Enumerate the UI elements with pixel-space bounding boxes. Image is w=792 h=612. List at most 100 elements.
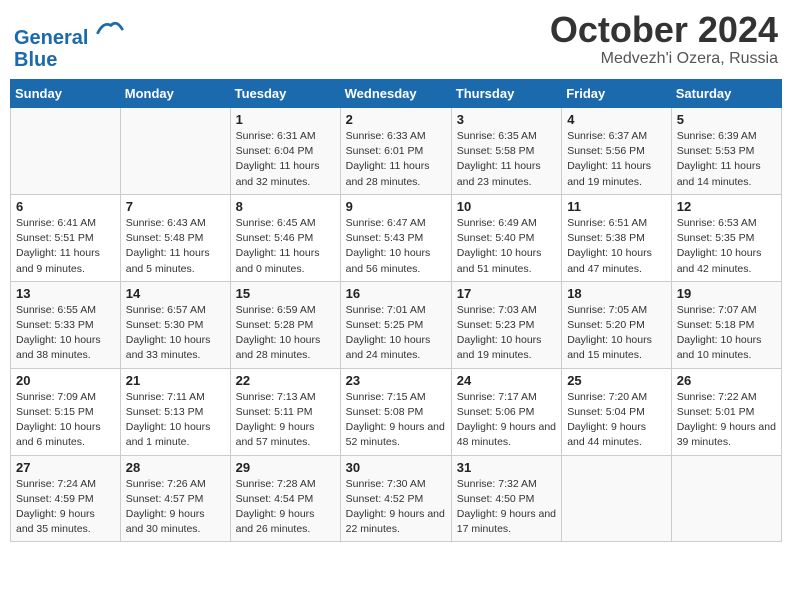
day-info: Sunrise: 7:15 AM Sunset: 5:08 PM Dayligh… (346, 390, 446, 451)
day-info: Sunrise: 6:49 AM Sunset: 5:40 PM Dayligh… (457, 216, 556, 277)
day-number: 2 (346, 112, 446, 127)
week-row-1: 1 Sunrise: 6:31 AM Sunset: 6:04 PM Daylig… (11, 108, 782, 195)
day-number: 19 (677, 286, 776, 301)
calendar-header-row: SundayMondayTuesdayWednesdayThursdayFrid… (11, 80, 782, 108)
calendar-cell (11, 108, 121, 195)
day-number: 22 (236, 373, 335, 388)
day-number: 5 (677, 112, 776, 127)
page-header: General Blue October 2024 Medvezh'i Ozer… (10, 10, 782, 71)
calendar-cell: 23 Sunrise: 7:15 AM Sunset: 5:08 PM Dayli… (340, 368, 451, 455)
calendar-cell: 5Sunrise: 6:39 AM Sunset: 5:53 PM Daylig… (671, 108, 781, 195)
calendar-cell: 26Sunrise: 7:22 AM Sunset: 5:01 PM Dayli… (671, 368, 781, 455)
day-info: Sunrise: 7:32 AM Sunset: 4:50 PM Dayligh… (457, 477, 556, 538)
day-info: Sunrise: 6:45 AM Sunset: 5:46 PM Dayligh… (236, 216, 335, 277)
day-info: Sunrise: 6:57 AM Sunset: 5:30 PM Dayligh… (126, 303, 225, 364)
calendar-cell: 11Sunrise: 6:51 AM Sunset: 5:38 PM Dayli… (562, 194, 672, 281)
day-number: 21 (126, 373, 225, 388)
calendar-cell: 18Sunrise: 7:05 AM Sunset: 5:20 PM Dayli… (562, 281, 672, 368)
day-info: Sunrise: 7:03 AM Sunset: 5:23 PM Dayligh… (457, 303, 556, 364)
logo-icon (96, 16, 124, 44)
day-info: Sunrise: 6:33 AM Sunset: 6:01 PM Dayligh… (346, 129, 446, 190)
calendar-cell: 29 Sunrise: 7:28 AM Sunset: 4:54 PM Dayli… (230, 455, 340, 542)
column-header-sunday: Sunday (11, 80, 121, 108)
day-info: Sunrise: 6:37 AM Sunset: 5:56 PM Dayligh… (567, 129, 666, 190)
day-number: 16 (346, 286, 446, 301)
day-info: Sunrise: 6:35 AM Sunset: 5:58 PM Dayligh… (457, 129, 556, 190)
day-info: Sunrise: 7:28 AM Sunset: 4:54 PM Dayligh… (236, 477, 335, 538)
logo-blue: Blue (14, 49, 124, 71)
day-info: Sunrise: 7:24 AM Sunset: 4:59 PM Dayligh… (16, 477, 115, 538)
day-info: Sunrise: 6:47 AM Sunset: 5:43 PM Dayligh… (346, 216, 446, 277)
day-number: 6 (16, 199, 115, 214)
day-number: 29 (236, 460, 335, 475)
calendar-cell (120, 108, 230, 195)
calendar-cell: 30 Sunrise: 7:30 AM Sunset: 4:52 PM Dayli… (340, 455, 451, 542)
location: Medvezh'i Ozera, Russia (550, 50, 778, 68)
day-number: 28 (126, 460, 225, 475)
week-row-3: 13Sunrise: 6:55 AM Sunset: 5:33 PM Dayli… (11, 281, 782, 368)
calendar-cell: 31Sunrise: 7:32 AM Sunset: 4:50 PM Dayli… (451, 455, 561, 542)
calendar-cell: 1 Sunrise: 6:31 AM Sunset: 6:04 PM Daylig… (230, 108, 340, 195)
day-number: 15 (236, 286, 335, 301)
day-number: 8 (236, 199, 335, 214)
day-info: Sunrise: 7:20 AM Sunset: 5:04 PM Dayligh… (567, 390, 666, 451)
day-number: 3 (457, 112, 556, 127)
column-header-saturday: Saturday (671, 80, 781, 108)
day-number: 14 (126, 286, 225, 301)
calendar-cell: 12 Sunrise: 6:53 AM Sunset: 5:35 PM Dayli… (671, 194, 781, 281)
title-block: October 2024 Medvezh'i Ozera, Russia (550, 10, 778, 68)
calendar-cell: 19Sunrise: 7:07 AM Sunset: 5:18 PM Dayli… (671, 281, 781, 368)
calendar-cell: 8 Sunrise: 6:45 AM Sunset: 5:46 PM Daylig… (230, 194, 340, 281)
calendar-cell: 25Sunrise: 7:20 AM Sunset: 5:04 PM Dayli… (562, 368, 672, 455)
calendar-cell: 27Sunrise: 7:24 AM Sunset: 4:59 PM Dayli… (11, 455, 121, 542)
calendar-cell: 22 Sunrise: 7:13 AM Sunset: 5:11 PM Dayli… (230, 368, 340, 455)
day-info: Sunrise: 7:13 AM Sunset: 5:11 PM Dayligh… (236, 390, 335, 451)
day-number: 12 (677, 199, 776, 214)
day-number: 23 (346, 373, 446, 388)
day-info: Sunrise: 6:31 AM Sunset: 6:04 PM Dayligh… (236, 129, 335, 190)
logo: General Blue (14, 16, 124, 71)
calendar-cell (671, 455, 781, 542)
day-number: 24 (457, 373, 556, 388)
column-header-friday: Friday (562, 80, 672, 108)
calendar-cell: 7 Sunrise: 6:43 AM Sunset: 5:48 PM Daylig… (120, 194, 230, 281)
day-info: Sunrise: 7:26 AM Sunset: 4:57 PM Dayligh… (126, 477, 225, 538)
day-info: Sunrise: 7:09 AM Sunset: 5:15 PM Dayligh… (16, 390, 115, 451)
calendar-table: SundayMondayTuesdayWednesdayThursdayFrid… (10, 79, 782, 542)
calendar-cell: 4 Sunrise: 6:37 AM Sunset: 5:56 PM Daylig… (562, 108, 672, 195)
day-info: Sunrise: 7:30 AM Sunset: 4:52 PM Dayligh… (346, 477, 446, 538)
day-number: 7 (126, 199, 225, 214)
day-number: 17 (457, 286, 556, 301)
day-info: Sunrise: 7:11 AM Sunset: 5:13 PM Dayligh… (126, 390, 225, 451)
calendar-cell: 2 Sunrise: 6:33 AM Sunset: 6:01 PM Daylig… (340, 108, 451, 195)
column-header-thursday: Thursday (451, 80, 561, 108)
day-number: 1 (236, 112, 335, 127)
calendar-body: 1 Sunrise: 6:31 AM Sunset: 6:04 PM Daylig… (11, 108, 782, 542)
day-number: 30 (346, 460, 446, 475)
day-info: Sunrise: 6:41 AM Sunset: 5:51 PM Dayligh… (16, 216, 115, 277)
day-info: Sunrise: 6:51 AM Sunset: 5:38 PM Dayligh… (567, 216, 666, 277)
day-number: 18 (567, 286, 666, 301)
calendar-cell: 9 Sunrise: 6:47 AM Sunset: 5:43 PM Daylig… (340, 194, 451, 281)
day-number: 20 (16, 373, 115, 388)
calendar-cell: 14 Sunrise: 6:57 AM Sunset: 5:30 PM Dayli… (120, 281, 230, 368)
calendar-cell: 6 Sunrise: 6:41 AM Sunset: 5:51 PM Daylig… (11, 194, 121, 281)
column-header-monday: Monday (120, 80, 230, 108)
calendar-cell: 20 Sunrise: 7:09 AM Sunset: 5:15 PM Dayli… (11, 368, 121, 455)
column-header-tuesday: Tuesday (230, 80, 340, 108)
calendar-cell: 3 Sunrise: 6:35 AM Sunset: 5:58 PM Daylig… (451, 108, 561, 195)
week-row-2: 6 Sunrise: 6:41 AM Sunset: 5:51 PM Daylig… (11, 194, 782, 281)
day-number: 26 (677, 373, 776, 388)
day-number: 4 (567, 112, 666, 127)
calendar-cell: 15Sunrise: 6:59 AM Sunset: 5:28 PM Dayli… (230, 281, 340, 368)
day-info: Sunrise: 6:43 AM Sunset: 5:48 PM Dayligh… (126, 216, 225, 277)
week-row-5: 27Sunrise: 7:24 AM Sunset: 4:59 PM Dayli… (11, 455, 782, 542)
logo-general: General (14, 27, 88, 49)
calendar-cell: 24Sunrise: 7:17 AM Sunset: 5:06 PM Dayli… (451, 368, 561, 455)
day-info: Sunrise: 7:01 AM Sunset: 5:25 PM Dayligh… (346, 303, 446, 364)
day-number: 13 (16, 286, 115, 301)
calendar-cell: 13Sunrise: 6:55 AM Sunset: 5:33 PM Dayli… (11, 281, 121, 368)
calendar-cell: 17 Sunrise: 7:03 AM Sunset: 5:23 PM Dayli… (451, 281, 561, 368)
day-number: 9 (346, 199, 446, 214)
day-info: Sunrise: 6:53 AM Sunset: 5:35 PM Dayligh… (677, 216, 776, 277)
